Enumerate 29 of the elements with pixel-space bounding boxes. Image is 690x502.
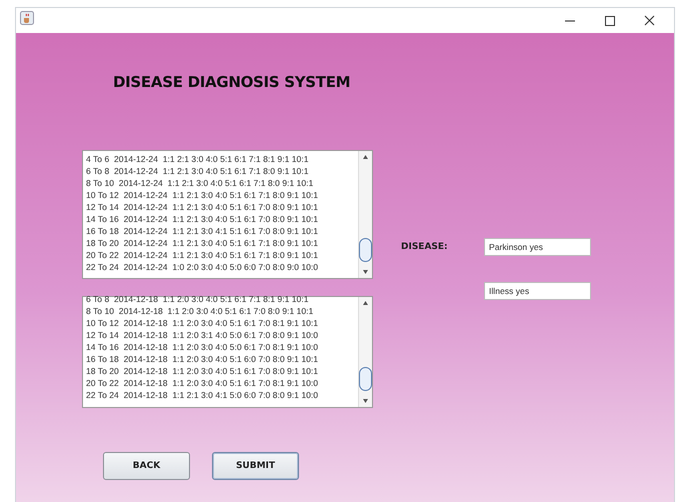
log-line: 10 To 12 2014-12-18 1:1 2:0 3:0 4:0 5:1 6:1 7:0 8:1 9:1 10:1 (86, 317, 318, 329)
result-field[interactable]: Illness yes (484, 282, 591, 300)
log-line: 14 To 16 2014-12-18 1:1 2:0 3:0 4:0 5:0 6:1 7:0 8:1 9:1 10:0 (86, 341, 318, 353)
scrollbar[interactable] (358, 297, 372, 407)
log-line: 16 To 18 2014-12-24 1:1 2:1 3:0 4:1 5:1 6:1 7:0 8:0 9:1 10:1 (86, 225, 318, 237)
log-line: 18 To 20 2014-12-24 1:1 2:1 3:0 4:0 5:1 6:1 7:1 8:0 9:1 10:1 (86, 237, 318, 249)
log-line: 6 To 8 2014-12-18 1:1 2:0 3:0 4:0 5:1 6:1 7:1 8:1 9:1 10:1 (86, 293, 308, 305)
back-button[interactable]: BACK (103, 452, 190, 480)
log-line: 20 To 22 2014-12-24 1:1 2:1 3:0 4:0 5:1 6:1 7:1 8:0 9:1 10:1 (86, 249, 318, 261)
log-line: 18 To 20 2014-12-18 1:1 2:0 3:0 4:0 5:1 6:1 7:0 8:0 9:1 10:1 (86, 365, 318, 377)
log-line: 22 To 24 2014-12-24 1:0 2:0 3:0 4:0 5:0 6:0 7:0 8:0 9:0 10:0 (86, 261, 318, 273)
app-title: DISEASE DIAGNOSIS SYSTEM (112, 72, 350, 93)
log-line: 8 To 10 2014-12-18 1:1 2:0 3:0 4:0 5:1 6:1 7:0 8:0 9:1 10:1 (86, 305, 314, 317)
log-line: 22 To 24 2014-12-18 1:1 2:1 3:0 4:1 5:0 6:0 7:0 8:0 9:1 10:0 (86, 389, 318, 401)
scrollbar[interactable] (358, 151, 372, 278)
scroll-thumb[interactable] (359, 238, 372, 262)
submit-button[interactable]: SUBMIT (212, 452, 299, 480)
log-line: 16 To 18 2014-12-18 1:1 2:0 3:0 4:0 5:1 6:0 7:0 8:0 9:1 10:1 (86, 353, 318, 365)
disease-label: DISEASE: (401, 242, 449, 252)
result-field[interactable]: Parkinson yes (484, 238, 591, 256)
log-line: 4 To 6 2014-12-24 1:1 2:1 3:0 4:0 5:1 6:1 7:1 8:1 9:1 10:1 (86, 153, 308, 165)
log-line: 6 To 8 2014-12-24 1:1 2:1 3:0 4:0 5:1 6:1 7:1 8:0 9:1 10:1 (86, 165, 308, 177)
log-line: 10 To 12 2014-12-24 1:1 2:1 3:0 4:0 5:1 6:1 7:1 8:0 9:1 10:1 (86, 189, 318, 201)
log-line: 12 To 14 2014-12-18 1:1 2:0 3:1 4:0 5:0 6:1 7:0 8:0 9:1 10:0 (86, 329, 318, 341)
log-line: 8 To 10 2014-12-24 1:1 2:1 3:0 4:0 5:1 6:1 7:1 8:0 9:1 10:1 (86, 177, 314, 189)
log-line: 14 To 16 2014-12-24 1:1 2:1 3:0 4:0 5:1 6:1 7:0 8:0 9:1 10:1 (86, 213, 318, 225)
scroll-thumb[interactable] (359, 367, 372, 391)
log-line: 12 To 14 2014-12-24 1:1 2:1 3:0 4:0 5:1 6:1 7:0 8:0 9:1 10:1 (86, 201, 318, 213)
log-line: 20 To 22 2014-12-18 1:1 2:0 3:0 4:0 5:1 6:1 7:0 8:1 9:1 10:0 (86, 377, 318, 389)
